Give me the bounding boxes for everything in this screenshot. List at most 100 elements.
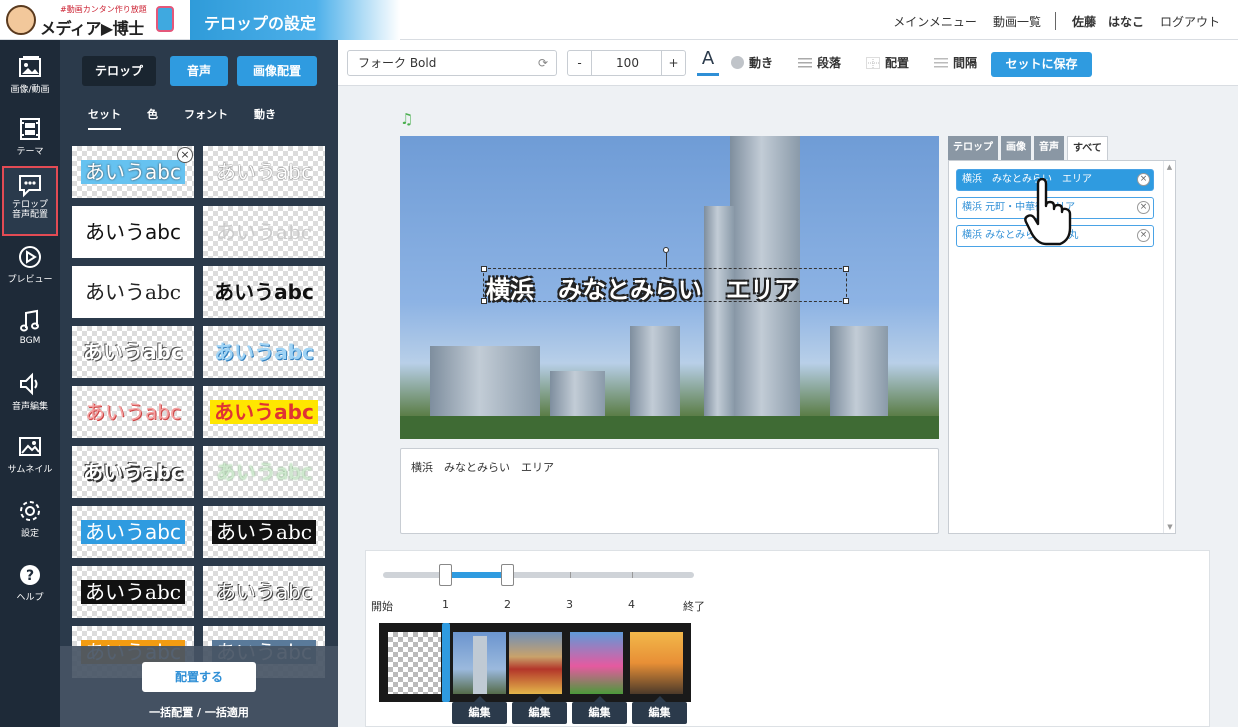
- telop-preset[interactable]: あいうabc: [203, 566, 325, 618]
- paragraph-button[interactable]: 段落: [798, 54, 841, 71]
- layer-tab-telop[interactable]: テロップ: [948, 136, 998, 160]
- edit-scene-button[interactable]: 編集: [512, 696, 567, 724]
- logo-brand: メディア▶博士: [40, 19, 144, 38]
- layer-tab-all[interactable]: すべて: [1067, 136, 1108, 160]
- telop-preset-grid: あいうabc × あいうabc あいうabc あいうabc あいうabc あいう…: [72, 146, 328, 691]
- telop-preset[interactable]: あいうabc: [72, 506, 194, 558]
- resize-handle[interactable]: [843, 298, 849, 304]
- text-color-icon[interactable]: A: [697, 48, 719, 76]
- telop-preset[interactable]: あいうabc: [203, 266, 325, 318]
- motion-button[interactable]: 動き: [731, 54, 773, 71]
- rail-label: プレビュー: [7, 275, 53, 285]
- text-toolbar: フォーク Bold ⟳ - 100 + A 動き 段落 配置 間隔 セットに保存: [338, 40, 1238, 86]
- font-select[interactable]: フォーク Bold ⟳: [347, 50, 557, 76]
- rail-item-audio-edit[interactable]: 音声編集: [2, 365, 58, 423]
- scene-thumbnail[interactable]: [453, 632, 506, 694]
- timeline-range-slider[interactable]: [383, 564, 694, 586]
- nav-divider: [1054, 12, 1056, 30]
- nav-video-list[interactable]: 動画一覧: [993, 13, 1041, 30]
- remove-icon[interactable]: ×: [1137, 173, 1150, 186]
- resize-handle[interactable]: [843, 266, 849, 272]
- panel-tab-audio[interactable]: 音声: [170, 56, 228, 86]
- layer-tab-image[interactable]: 画像: [1001, 136, 1031, 160]
- place-button[interactable]: 配置する: [142, 662, 256, 692]
- music-note-icon[interactable]: ♫: [400, 110, 413, 128]
- font-size-value[interactable]: 100: [592, 51, 663, 75]
- subtab-motion[interactable]: 動き: [254, 106, 276, 130]
- nav-logout[interactable]: ログアウト: [1160, 13, 1220, 30]
- telop-preset[interactable]: あいうabc: [72, 206, 194, 258]
- toolbar-label: 間隔: [953, 56, 978, 70]
- panel-tab-image-placement[interactable]: 画像配置: [237, 56, 317, 86]
- bulk-links[interactable]: 一括配置 / 一括適用: [60, 704, 338, 720]
- picture-icon: [19, 437, 41, 456]
- video-preview[interactable]: 横浜 みなとみらい エリア: [400, 136, 939, 439]
- telop-preset[interactable]: あいうabc: [72, 326, 194, 378]
- rail-label: ヘルプ: [16, 593, 44, 603]
- rail-item-help[interactable]: ? ヘルプ: [2, 556, 58, 614]
- subtab-set[interactable]: セット: [88, 106, 121, 130]
- panel-tab-telop[interactable]: テロップ: [82, 56, 156, 86]
- music-note-icon: [20, 309, 39, 332]
- spacing-button[interactable]: 間隔: [934, 54, 977, 71]
- scene-thumbnail[interactable]: [630, 632, 683, 694]
- font-size-stepper[interactable]: - 100 +: [567, 50, 686, 76]
- caption-text-input[interactable]: 横浜 みなとみらい エリア: [400, 448, 939, 534]
- telop-preset[interactable]: あいうabc: [203, 446, 325, 498]
- layer-tab-audio[interactable]: 音声: [1034, 136, 1064, 160]
- edit-scene-button[interactable]: 編集: [632, 696, 687, 724]
- alignment-button[interactable]: 配置: [866, 54, 909, 71]
- rail-item-preview[interactable]: プレビュー: [2, 238, 58, 296]
- left-icon-rail: 画像/動画 テーマ テロップ 音声配置 プレビュー BGM 音声編集 サムネイル…: [0, 40, 60, 727]
- rail-label: テロップ 音声配置: [11, 200, 48, 220]
- telop-preset[interactable]: あいうabc: [72, 566, 194, 618]
- telop-preset[interactable]: あいうabc: [203, 386, 325, 438]
- panel-subtabs: セット 色 フォント 動き: [88, 106, 302, 130]
- rail-item-settings[interactable]: 設定: [2, 492, 58, 550]
- trees-shape: [400, 416, 939, 439]
- subtab-color[interactable]: 色: [147, 106, 158, 130]
- remove-icon[interactable]: ×: [1137, 201, 1150, 214]
- telop-preset[interactable]: あいうabc: [72, 446, 194, 498]
- scroll-up-icon[interactable]: ▲: [1164, 163, 1175, 171]
- rail-item-telop[interactable]: テロップ 音声配置: [2, 166, 58, 236]
- app-logo[interactable]: #動画カンタン作り放題 メディア▶博士: [4, 3, 190, 38]
- rail-label: テーマ: [16, 147, 44, 157]
- timeline-label: 2: [504, 598, 511, 611]
- tower-shape: [473, 636, 487, 694]
- increase-size-button[interactable]: +: [661, 51, 685, 75]
- page-title-band: テロップの設定: [190, 0, 400, 40]
- save-to-set-button[interactable]: セットに保存: [991, 52, 1092, 77]
- rail-label: 音声編集: [11, 402, 48, 412]
- caption-text[interactable]: 横浜 みなとみらい エリア: [486, 270, 798, 305]
- scroll-down-icon[interactable]: ▼: [1164, 523, 1176, 531]
- telop-preset[interactable]: あいうabc: [72, 386, 194, 438]
- scene-thumbnail-blank[interactable]: [388, 632, 441, 694]
- layer-list-scrollbar[interactable]: ▲ ▼: [1163, 161, 1175, 533]
- app-header: #動画カンタン作り放題 メディア▶博士 テロップの設定 メインメニュー 動画一覧…: [0, 0, 1238, 40]
- remove-icon[interactable]: ×: [1137, 229, 1150, 242]
- scene-thumbnail[interactable]: [570, 632, 623, 694]
- rail-item-bgm[interactable]: BGM: [2, 302, 58, 360]
- playhead-handle[interactable]: [442, 623, 450, 702]
- rail-item-media[interactable]: 画像/動画: [2, 48, 58, 106]
- range-start-handle[interactable]: [439, 564, 452, 586]
- telop-preset[interactable]: あいうabc: [203, 146, 325, 198]
- scene-thumbnail[interactable]: [509, 632, 562, 694]
- telop-preset[interactable]: あいうabc: [203, 326, 325, 378]
- edit-scene-button[interactable]: 編集: [572, 696, 627, 724]
- rail-item-thumbnail[interactable]: サムネイル: [2, 428, 58, 486]
- telop-preset[interactable]: あいうabc: [203, 506, 325, 558]
- subtab-font[interactable]: フォント: [184, 106, 228, 130]
- range-end-handle[interactable]: [501, 564, 514, 586]
- nav-main-menu[interactable]: メインメニュー: [893, 13, 977, 30]
- tower-side-shape: [704, 206, 734, 439]
- rail-item-theme[interactable]: テーマ: [2, 110, 58, 168]
- telop-preset[interactable]: あいうabc: [72, 266, 194, 318]
- close-icon[interactable]: ×: [177, 147, 193, 163]
- decrease-size-button[interactable]: -: [568, 51, 592, 75]
- telop-preset[interactable]: あいうabc: [203, 206, 325, 258]
- spacing-icon: [934, 57, 948, 67]
- telop-preset[interactable]: あいうabc ×: [72, 146, 194, 198]
- edit-scene-button[interactable]: 編集: [452, 696, 507, 724]
